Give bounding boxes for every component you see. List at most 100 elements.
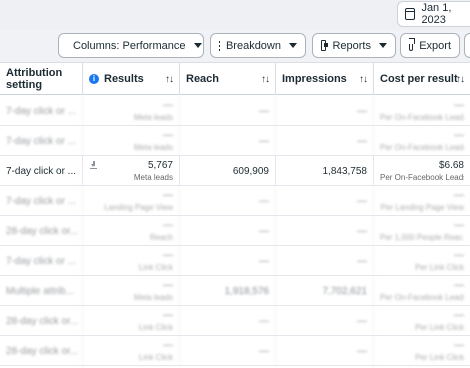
attribution-cell: 7-day click or ... <box>0 186 83 216</box>
attribution-cell: 7-day click or ... <box>0 126 83 156</box>
results-type: Link Click <box>138 323 173 332</box>
columns-button[interactable]: Columns: Performance <box>58 33 204 58</box>
table-row[interactable]: 7-day click or ... — Meta leads — — — Per On-F… <box>0 96 470 126</box>
breakdown-icon <box>219 40 220 51</box>
header-reach[interactable]: Reach ↑↓ <box>180 63 276 95</box>
results-value: 5,767 <box>147 160 173 171</box>
header-impressions[interactable]: Impressions ↑↓ <box>276 63 374 95</box>
cost-type: Per On-Facebook Leads <box>380 173 464 182</box>
reach-value: — <box>259 255 269 267</box>
reach-value: 1,918,576 <box>224 285 270 297</box>
results-cell: — Link Click <box>83 306 180 336</box>
cost-type: Per Link Click <box>415 263 464 272</box>
impressions-value: — <box>357 135 367 147</box>
cost-type: Per 1,000 People Reac... <box>380 233 464 242</box>
table-row[interactable]: 7-day click or ... — Landing Page View — — — P… <box>0 186 470 216</box>
sort-icon[interactable]: ↑↓ <box>165 74 174 85</box>
results-cell: — Link Click <box>83 336 180 366</box>
table-row[interactable]: Multiple attrib... — Meta leads 1,918,576 7,… <box>0 276 470 306</box>
reach-cell: — <box>180 96 276 126</box>
results-type: Link Click <box>138 263 173 272</box>
reports-label: Reports <box>332 39 371 52</box>
table-row[interactable]: 7-day click or ... — Meta leads — — — Per On-F… <box>0 126 470 156</box>
cost-per-result-cell: — Per 1,000 People Reac... <box>374 216 470 246</box>
chevron-down-icon <box>379 43 387 48</box>
results-type: Reach <box>149 233 173 242</box>
results-value: — <box>163 220 173 231</box>
impressions-cell: — <box>276 336 374 366</box>
impressions-cell: — <box>276 96 374 126</box>
header-attribution-setting[interactable]: Attribution setting <box>0 63 83 95</box>
chevron-down-icon <box>193 43 202 48</box>
table-toolbar: Columns: Performance Breakdown Reports E… <box>0 30 470 62</box>
more-button[interactable] <box>464 33 470 58</box>
attribution-setting-text: 7-day click or ... <box>6 105 77 117</box>
impressions-cell: — <box>276 216 374 246</box>
chevron-down-icon <box>289 43 297 48</box>
reach-cell: 609,909 <box>180 156 276 186</box>
results-value: — <box>163 250 173 261</box>
impressions-value: — <box>357 225 367 237</box>
export-button[interactable]: Export <box>400 33 460 58</box>
header-cost-per-result[interactable]: Cost per result ↑↓ <box>374 63 470 95</box>
header-label: Results <box>104 73 144 85</box>
cost-type: Per On-Facebook Leads <box>380 113 464 122</box>
results-value: — <box>163 190 173 201</box>
table-row[interactable]: 28-day click or... — Link Click — — — Per Link… <box>0 336 470 366</box>
attribution-cell: Multiple attrib... <box>0 276 83 306</box>
calendar-icon <box>405 8 416 20</box>
attribution-cell: 7-day click or ... <box>0 96 83 126</box>
table-row[interactable]: 7-day click or ... — Link Click — — — Per Link… <box>0 246 470 276</box>
results-cell: — Meta leads <box>83 126 180 156</box>
attribution-cell: 28-day click or... <box>0 216 83 246</box>
export-icon <box>409 38 416 51</box>
cost-value: — <box>454 190 464 201</box>
results-type: Link Click <box>138 353 173 362</box>
sort-icon[interactable]: ↑↓ <box>261 74 270 85</box>
impressions-value: 7,702,621 <box>322 285 368 297</box>
cost-type: Per Link Click <box>415 353 464 362</box>
impressions-value: 1,843,758 <box>322 165 368 177</box>
attribution-cell: 28-day click or... <box>0 336 83 366</box>
table-row[interactable]: 28-day click or... — Link Click — — — Per Link… <box>0 306 470 336</box>
cost-type: Per On-Facebook Leads <box>380 143 464 152</box>
results-cell: — Landing Page View <box>83 186 180 216</box>
info-icon[interactable]: i <box>89 74 99 84</box>
results-value: — <box>163 310 173 321</box>
results-type: Meta leads <box>133 293 173 302</box>
cost-per-result-cell: $6.68 Per On-Facebook Leads <box>374 156 470 186</box>
table-row[interactable]: 7-day click or ... 5,767 Meta leads 609,909… <box>0 156 470 186</box>
results-type: Landing Page View <box>104 203 173 212</box>
cost-value: — <box>454 250 464 261</box>
attribution-setting-text: 28-day click or... <box>6 315 79 327</box>
cost-value: — <box>454 130 464 141</box>
reach-cell: — <box>180 246 276 276</box>
reach-value: — <box>259 345 269 357</box>
results-table: Attribution setting i Results ↑↓ Reach ↑… <box>0 62 470 368</box>
cost-value: — <box>454 280 464 291</box>
header-label: Impressions <box>282 73 347 85</box>
impressions-value: — <box>357 195 367 207</box>
attribution-setting-text: 7-day click or ... <box>6 135 77 147</box>
attribution-setting-text: 7-day click or ... <box>6 165 77 177</box>
breakdown-label: Breakdown <box>225 39 281 52</box>
cost-value: — <box>454 340 464 351</box>
header-label: Reach <box>186 73 220 85</box>
header-label: Cost per result <box>380 73 458 85</box>
attribution-setting-text: 7-day click or ... <box>6 255 77 267</box>
table-row[interactable]: 28-day click or... — Reach — — — Per 1,000 Peo… <box>0 216 470 246</box>
impressions-cell: — <box>276 306 374 336</box>
sort-icon[interactable]: ↑↓ <box>456 74 465 85</box>
date-range-button[interactable]: Jan 1, 2023 <box>397 1 470 27</box>
cost-per-result-cell: — Per On-Facebook Leads <box>374 276 470 306</box>
sort-icon[interactable]: ↑↓ <box>359 74 368 85</box>
results-cell: — Meta leads <box>83 96 180 126</box>
breakdown-button[interactable]: Breakdown <box>210 33 306 58</box>
results-cell: 5,767 Meta leads <box>83 156 180 186</box>
reports-button[interactable]: Reports <box>312 33 396 58</box>
reach-value: — <box>259 315 269 327</box>
download-icon[interactable] <box>90 161 97 169</box>
reach-value: — <box>259 225 269 237</box>
reach-value: 609,909 <box>232 165 269 177</box>
header-results[interactable]: i Results ↑↓ <box>83 63 180 95</box>
